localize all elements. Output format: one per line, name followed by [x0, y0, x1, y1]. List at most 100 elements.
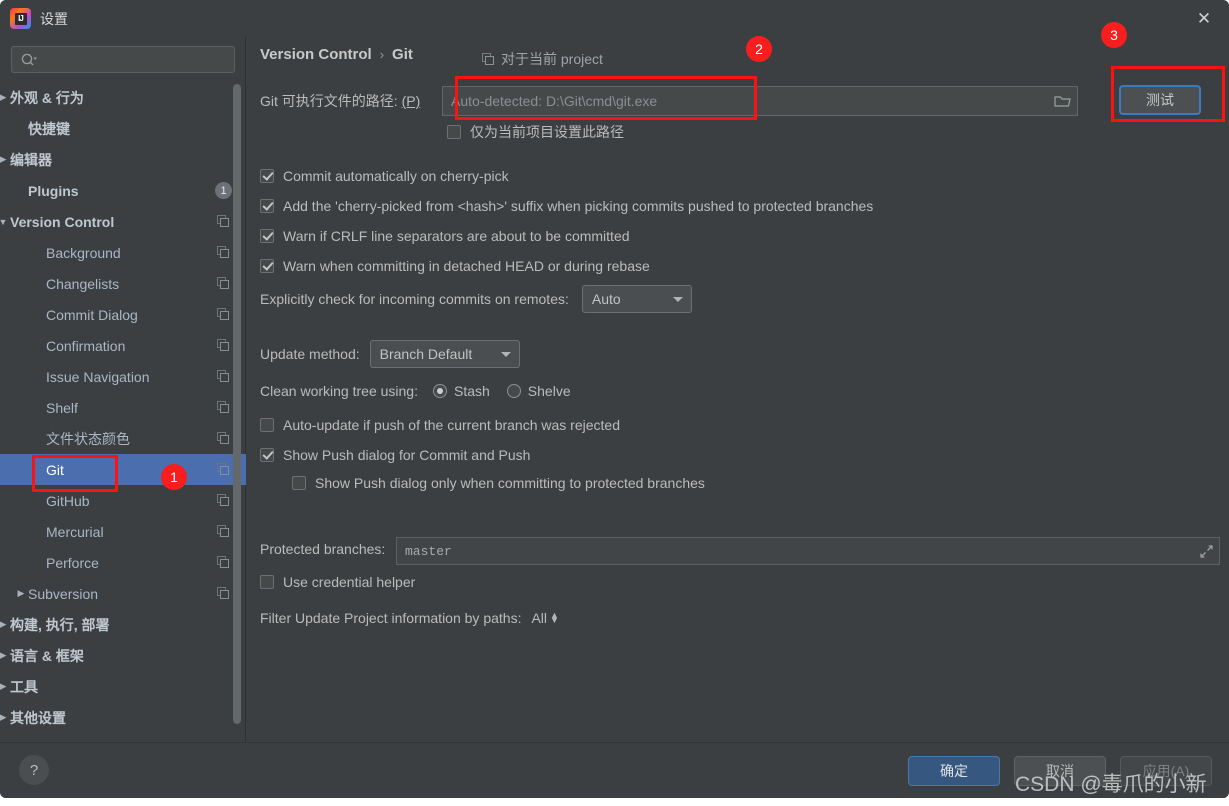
for-current-project-label: 对于当前 project — [482, 49, 603, 69]
incoming-commits-select[interactable]: Auto — [581, 285, 692, 313]
checkbox-box[interactable] — [260, 199, 274, 213]
sidebar-item-confirmation[interactable]: Confirmation — [0, 330, 246, 361]
sidebar-item-[interactable]: ▶ 工具 — [0, 671, 246, 702]
sidebar-item-label: Subversion — [28, 585, 99, 602]
copy-settings-icon[interactable] — [217, 525, 230, 538]
sidebar-item-changelists[interactable]: Changelists — [0, 268, 246, 299]
filter-update-picker[interactable]: All ▲ ▼ — [531, 610, 558, 626]
chevron-right-icon[interactable]: ▶ — [0, 711, 10, 725]
sidebar-item-commit-dialog[interactable]: Commit Dialog — [0, 299, 246, 330]
auto-update-checkbox[interactable]: Auto-update if push of the current branc… — [260, 417, 620, 433]
sidebar-item-[interactable]: ▶ 编辑器 — [0, 144, 246, 175]
checkbox-box[interactable] — [260, 229, 274, 243]
sidebar-item-shelf[interactable]: Shelf — [0, 392, 246, 423]
sidebar-item-mercurial[interactable]: Mercurial — [0, 516, 246, 547]
sidebar-item-label: Commit Dialog — [46, 306, 138, 323]
sidebar-item-subversion[interactable]: ▶ Subversion — [0, 578, 246, 609]
update-method-label: Update method: — [260, 346, 360, 362]
sidebar-item-[interactable]: ▶ 外观 & 行为 — [0, 82, 246, 113]
sidebar-item-label: 构建, 执行, 部署 — [10, 616, 110, 633]
checkbox-box[interactable] — [260, 448, 274, 462]
sidebar-item-perforce[interactable]: Perforce — [0, 547, 246, 578]
show-push-dialog-protected-label: Show Push dialog only when committing to… — [315, 475, 705, 491]
cherry-picked-suffix-checkbox[interactable]: Add the 'cherry-picked from <hash>' suff… — [260, 198, 873, 214]
commit-automatically-checkbox[interactable]: Commit automatically on cherry-pick — [260, 168, 509, 184]
sidebar-item-[interactable]: 快捷键 — [0, 113, 246, 144]
expand-icon[interactable] — [1193, 538, 1219, 564]
sidebar-item-git[interactable]: Git — [0, 454, 246, 485]
chevron-down-icon[interactable]: ▼ — [0, 215, 10, 229]
update-method-row: Update method: Branch Default — [260, 340, 520, 368]
chevron-right-icon[interactable]: ▶ — [0, 680, 10, 694]
checkbox-box[interactable] — [260, 259, 274, 273]
copy-settings-icon[interactable] — [217, 494, 230, 507]
copy-settings-icon[interactable] — [217, 308, 230, 321]
copy-settings-icon[interactable] — [217, 215, 230, 228]
chevron-right-icon[interactable]: ▶ — [14, 587, 28, 601]
sidebar-item-version-control[interactable]: ▼ Version Control — [0, 206, 246, 237]
sidebar-item-label: Git — [46, 461, 64, 478]
warn-crlf-checkbox[interactable]: Warn if CRLF line separators are about t… — [260, 228, 630, 244]
protected-branches-label-wrap: Protected branches: — [260, 541, 385, 557]
protected-branches-input[interactable] — [397, 543, 1193, 559]
radio-button[interactable] — [506, 384, 521, 398]
copy-settings-icon[interactable] — [217, 246, 230, 259]
copy-settings-icon[interactable] — [217, 463, 230, 476]
git-path-label: Git 可执行文件的路径: (P) — [260, 93, 421, 109]
cancel-button[interactable]: 取消 — [1014, 756, 1106, 786]
checkbox-label: Add the 'cherry-picked from <hash>' suff… — [283, 198, 874, 214]
chevron-right-icon[interactable]: ▶ — [0, 91, 10, 105]
copy-settings-icon[interactable] — [217, 401, 230, 414]
show-push-dialog-protected-checkbox[interactable]: Show Push dialog only when committing to… — [292, 475, 705, 491]
protected-branches-field[interactable] — [396, 537, 1220, 565]
checkbox-box[interactable] — [260, 575, 274, 589]
checkbox-box[interactable] — [260, 418, 274, 432]
checkbox-label: Commit automatically on cherry-pick — [283, 168, 509, 184]
copy-settings-icon[interactable] — [217, 339, 230, 352]
sidebar-item-plugins[interactable]: Plugins 1 — [0, 175, 246, 206]
copy-settings-icon[interactable] — [217, 432, 230, 445]
search-box[interactable] — [11, 46, 235, 73]
copy-settings-icon[interactable] — [217, 556, 230, 569]
radio-shelve[interactable]: Shelve — [506, 383, 571, 399]
checkbox-box[interactable] — [292, 476, 306, 490]
checkbox-box[interactable] — [447, 125, 461, 139]
search-input[interactable] — [44, 47, 230, 72]
sidebar-item-github[interactable]: GitHub — [0, 485, 246, 516]
git-path-field[interactable] — [442, 86, 1078, 116]
apply-button[interactable]: 应用(A) — [1120, 756, 1212, 786]
copy-settings-icon[interactable] — [217, 370, 230, 383]
test-button[interactable]: 测试 — [1119, 85, 1201, 115]
sidebar-item-[interactable]: 文件状态颜色 — [0, 423, 246, 454]
ok-button[interactable]: 确定 — [908, 756, 1000, 786]
checkbox-box[interactable] — [260, 169, 274, 183]
folder-icon[interactable] — [1047, 87, 1077, 115]
close-icon[interactable]: ✕ — [1187, 4, 1221, 34]
use-credential-helper-checkbox[interactable]: Use credential helper — [260, 574, 415, 590]
update-method-select[interactable]: Branch Default — [369, 340, 520, 368]
for-current-project-text: 对于当前 project — [501, 51, 603, 67]
sidebar-scrollbar-thumb[interactable] — [233, 84, 241, 724]
sidebar-item-issue-navigation[interactable]: Issue Navigation — [0, 361, 246, 392]
sidebar-item-[interactable]: ▶ 语言 & 框架 — [0, 640, 246, 671]
chevron-right-icon[interactable]: ▶ — [0, 153, 10, 167]
sidebar-scrollbar[interactable] — [233, 84, 241, 734]
help-icon[interactable]: ? — [19, 755, 49, 785]
git-path-input[interactable] — [443, 93, 1047, 109]
warn-detached-head-checkbox[interactable]: Warn when committing in detached HEAD or… — [260, 258, 650, 274]
chevron-right-icon[interactable]: ▶ — [0, 618, 10, 632]
sidebar-item-[interactable]: ▶ 其他设置 — [0, 702, 246, 733]
copy-settings-icon[interactable] — [217, 277, 230, 290]
show-push-dialog-checkbox[interactable]: Show Push dialog for Commit and Push — [260, 447, 530, 463]
radio-stash[interactable]: Stash — [432, 383, 490, 399]
incoming-commits-label: Explicitly check for incoming commits on… — [260, 291, 569, 307]
radio-button[interactable] — [432, 384, 447, 398]
sidebar-item-[interactable]: ▶ 构建, 执行, 部署 — [0, 609, 246, 640]
copy-settings-icon[interactable] — [217, 587, 230, 600]
sidebar-item-label: Version Control — [10, 213, 115, 230]
chevron-right-icon[interactable]: ▶ — [0, 649, 10, 663]
project-only-path-checkbox[interactable]: 仅为当前项目设置此路径 — [447, 122, 624, 142]
sidebar-item-background[interactable]: Background — [0, 237, 246, 268]
breadcrumb-parent[interactable]: Version Control — [260, 46, 372, 63]
